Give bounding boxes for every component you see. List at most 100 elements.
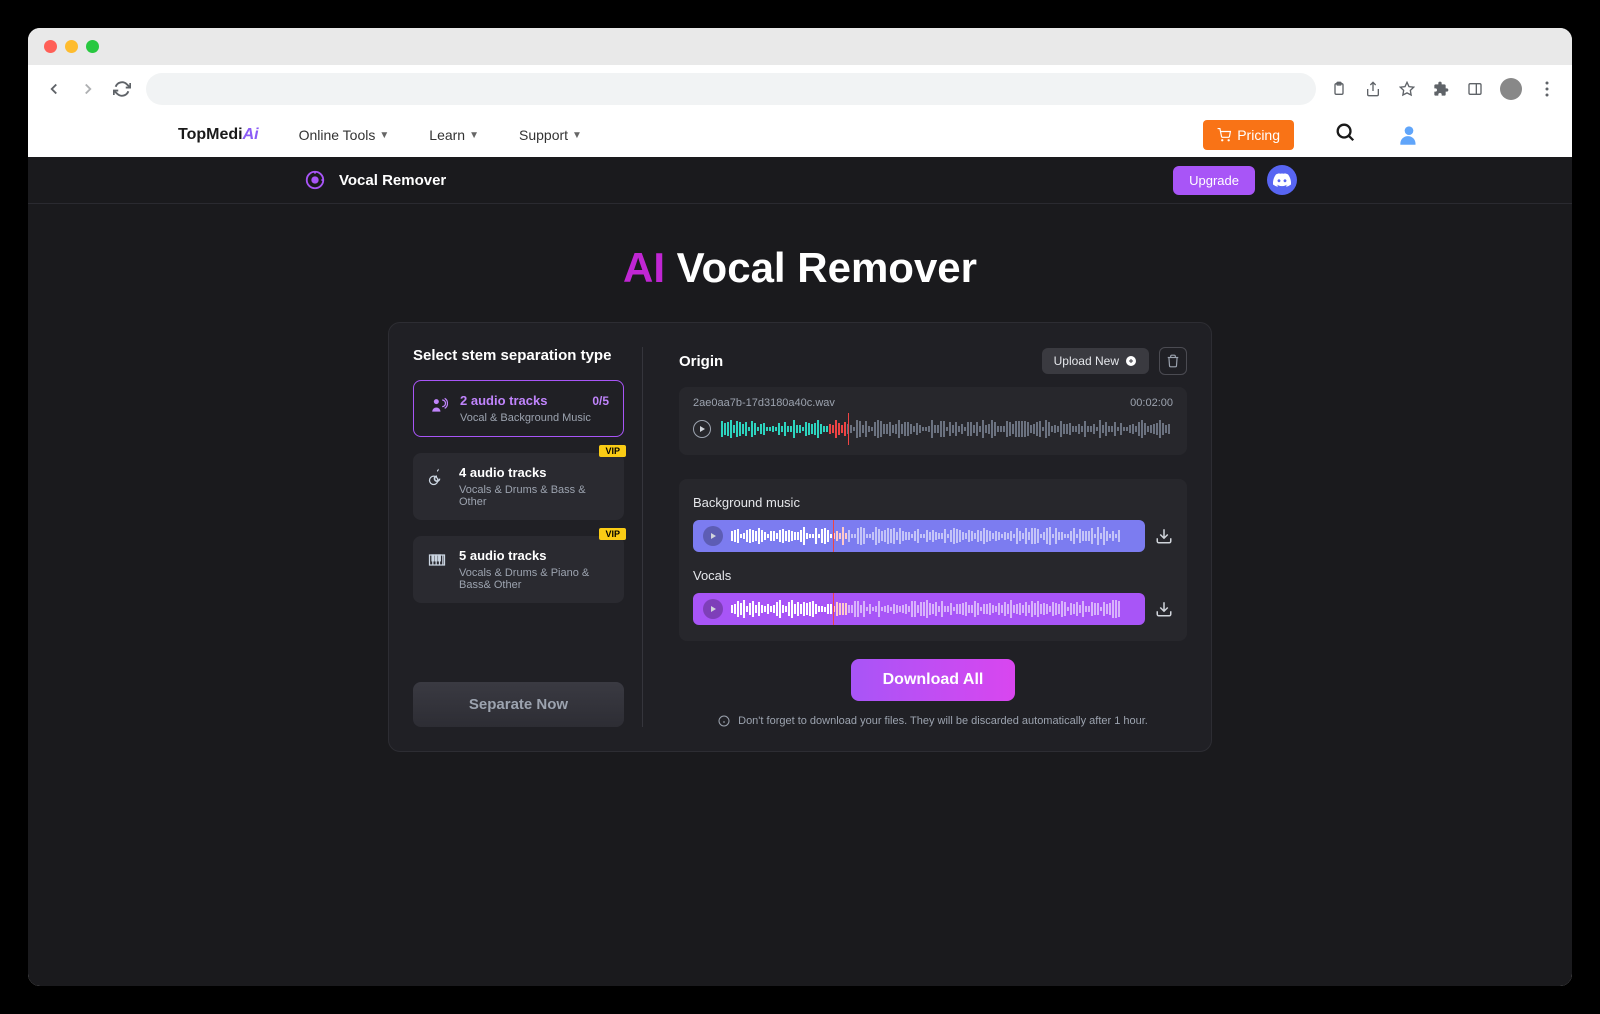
background-music-track[interactable]	[693, 520, 1145, 552]
delete-button[interactable]	[1159, 347, 1187, 375]
playhead[interactable]	[833, 593, 834, 625]
background-music-row	[693, 520, 1173, 552]
pricing-button[interactable]: Pricing	[1203, 120, 1294, 150]
logo-text: TopMedi	[178, 126, 243, 143]
app-body: Vocal Remover Upgrade AI Vocal Remover S…	[28, 157, 1572, 986]
nav-label: Online Tools	[299, 127, 376, 143]
pricing-label: Pricing	[1237, 127, 1280, 143]
waveform[interactable]	[731, 600, 1135, 618]
window-close-icon[interactable]	[44, 40, 57, 53]
nav-label: Learn	[429, 127, 465, 143]
discord-button[interactable]	[1267, 165, 1297, 195]
vip-badge: VIP	[599, 445, 626, 457]
origin-heading: Origin	[679, 353, 723, 370]
piano-icon	[427, 550, 449, 572]
reload-button[interactable]	[112, 79, 132, 99]
browser-toolbar	[28, 65, 1572, 113]
stem-title: 2 audio tracks	[460, 393, 547, 408]
play-icon	[700, 426, 705, 432]
upgrade-button[interactable]: Upgrade	[1173, 166, 1255, 195]
logo-suffix: Ai	[243, 126, 259, 143]
play-icon	[711, 606, 716, 612]
file-name: 2ae0aa7b-17d3180a40c.wav	[693, 397, 835, 409]
plus-circle-icon	[1125, 355, 1137, 367]
nav-label: Support	[519, 127, 568, 143]
playhead[interactable]	[833, 520, 834, 552]
page-title: AI Vocal Remover	[28, 244, 1572, 292]
origin-waveform-row	[693, 417, 1173, 441]
duration-label: 00:02:00	[1130, 397, 1173, 409]
info-icon	[718, 715, 730, 727]
background-music-label: Background music	[693, 495, 1173, 510]
panel-icon[interactable]	[1466, 80, 1484, 98]
download-button[interactable]	[1155, 600, 1173, 618]
site-header: TopMediAi Online Tools▼ Learn▼ Support▼ …	[28, 113, 1572, 157]
play-button[interactable]	[703, 599, 723, 619]
title-prefix: AI	[623, 244, 665, 291]
stem-selection-panel: Select stem separation type 2 audio trac…	[413, 347, 643, 727]
playhead[interactable]	[848, 413, 849, 445]
cart-icon	[1217, 128, 1231, 142]
origin-waveform[interactable]	[721, 417, 1173, 441]
download-icon	[1155, 527, 1173, 545]
clipboard-icon[interactable]	[1330, 80, 1348, 98]
title-main: Vocal Remover	[665, 244, 977, 291]
vocals-track[interactable]	[693, 593, 1145, 625]
menu-dots-icon[interactable]	[1538, 80, 1556, 98]
share-icon[interactable]	[1364, 80, 1382, 98]
nav-online-tools[interactable]: Online Tools▼	[299, 127, 390, 143]
origin-track-box: 2ae0aa7b-17d3180a40c.wav 00:02:00	[679, 387, 1187, 455]
main-card: Select stem separation type 2 audio trac…	[388, 322, 1212, 752]
stem-title: 5 audio tracks	[459, 548, 546, 563]
stem-desc: Vocal & Background Music	[460, 412, 609, 424]
vocal-remover-logo-icon	[303, 168, 327, 192]
forward-button[interactable]	[78, 79, 98, 99]
warning-row: Don't forget to download your files. The…	[679, 715, 1187, 727]
profile-avatar-icon[interactable]	[1500, 78, 1522, 100]
download-all-button[interactable]: Download All	[851, 659, 1016, 701]
window-maximize-icon[interactable]	[86, 40, 99, 53]
search-icon[interactable]	[1334, 121, 1356, 149]
voice-icon	[428, 395, 450, 417]
stem-count: 0/5	[592, 394, 609, 408]
vocals-label: Vocals	[693, 568, 1173, 583]
chevron-down-icon: ▼	[469, 130, 479, 141]
vip-badge: VIP	[599, 528, 626, 540]
chevron-down-icon: ▼	[379, 130, 389, 141]
stem-title: 4 audio tracks	[459, 465, 546, 480]
results-panel: Origin Upload New 2ae0aa7b-17d3180a40c.w	[679, 347, 1187, 727]
bookmark-star-icon[interactable]	[1398, 80, 1416, 98]
warning-text: Don't forget to download your files. The…	[738, 715, 1148, 727]
site-logo[interactable]: TopMediAi	[178, 126, 259, 144]
window-minimize-icon[interactable]	[65, 40, 78, 53]
window-controls	[28, 28, 1572, 65]
nav-support[interactable]: Support ▼	[519, 127, 582, 143]
user-icon[interactable]	[1396, 122, 1422, 148]
results-header: Origin Upload New	[679, 347, 1187, 375]
stem-heading: Select stem separation type	[413, 347, 624, 364]
download-icon	[1155, 600, 1173, 618]
stem-desc: Vocals & Drums & Bass & Other	[459, 484, 610, 508]
app-topbar: Vocal Remover Upgrade	[28, 157, 1572, 204]
play-button[interactable]	[703, 526, 723, 546]
separate-now-button[interactable]: Separate Now	[413, 682, 624, 727]
guitar-icon	[427, 467, 449, 489]
discord-icon	[1273, 173, 1291, 187]
upload-label: Upload New	[1054, 354, 1119, 368]
vocals-row	[693, 593, 1173, 625]
play-button[interactable]	[693, 420, 711, 438]
stem-option-5-tracks[interactable]: VIP 5 audio tracks Vocals & Drums & Pian…	[413, 536, 624, 603]
stem-option-4-tracks[interactable]: VIP 4 audio tracks Vocals & Drums & Bass…	[413, 453, 624, 520]
upload-new-button[interactable]: Upload New	[1042, 348, 1149, 374]
toolbar-icons	[1330, 78, 1556, 100]
download-button[interactable]	[1155, 527, 1173, 545]
waveform[interactable]	[731, 527, 1135, 545]
address-bar[interactable]	[146, 73, 1316, 105]
extensions-icon[interactable]	[1432, 80, 1450, 98]
browser-window: TopMediAi Online Tools▼ Learn▼ Support▼ …	[28, 28, 1572, 986]
back-button[interactable]	[44, 79, 64, 99]
nav-learn[interactable]: Learn ▼	[429, 127, 479, 143]
chevron-down-icon: ▼	[572, 130, 582, 141]
stem-option-2-tracks[interactable]: 2 audio tracks 0/5 Vocal & Background Mu…	[413, 380, 624, 437]
results-box: Background music Vocals	[679, 479, 1187, 641]
